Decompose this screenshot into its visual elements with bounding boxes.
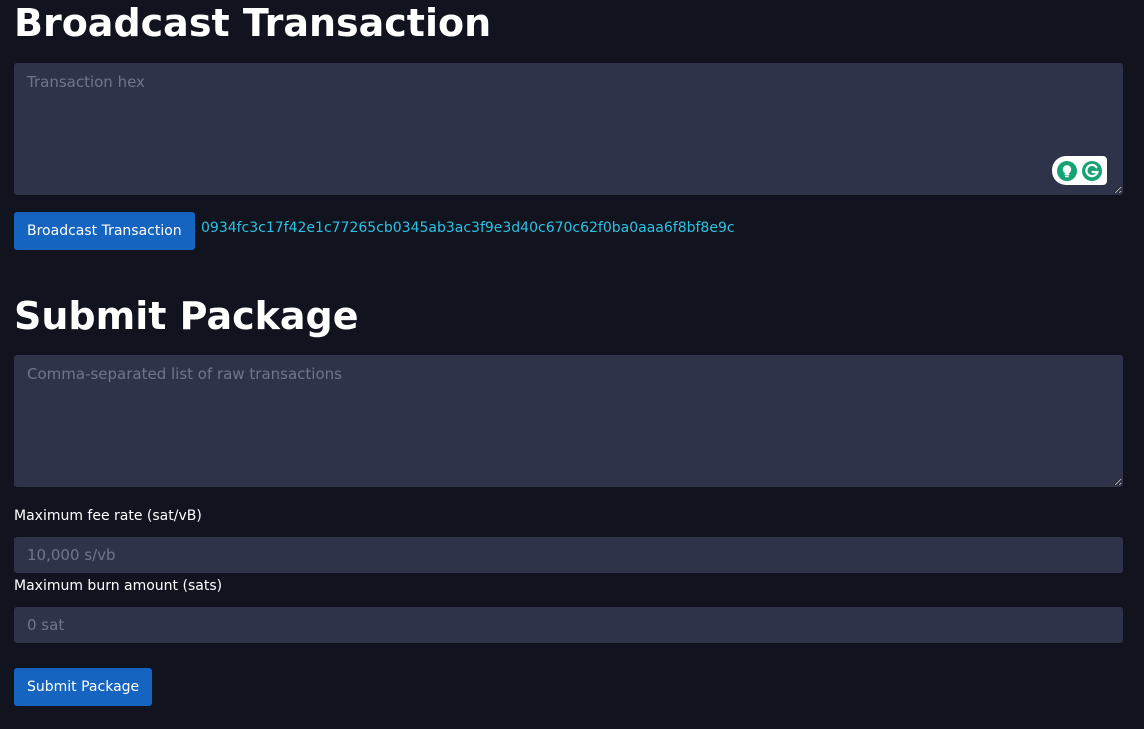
submit-package-button[interactable]: Submit Package: [14, 668, 153, 706]
submit-package-title: Submit Package: [14, 294, 359, 338]
max-burn-amount-label: Maximum burn amount (sats): [14, 578, 223, 594]
max-fee-rate-label: Maximum fee rate (sat/vB): [14, 508, 202, 524]
raw-transactions-input[interactable]: [14, 355, 1123, 487]
page: Broadcast Transaction Broadcast Transact…: [0, 0, 1144, 729]
grammarly-g-icon[interactable]: [1081, 160, 1103, 182]
broadcast-transaction-button[interactable]: Broadcast Transaction: [14, 212, 195, 250]
grammarly-widget[interactable]: [1052, 156, 1107, 185]
transaction-id-link[interactable]: 0934fc3c17f42e1c77265cb0345ab3ac3f9e3d40…: [201, 220, 735, 236]
lightbulb-icon[interactable]: [1056, 160, 1078, 182]
broadcast-title: Broadcast Transaction: [14, 1, 492, 45]
transaction-hex-input[interactable]: [14, 63, 1123, 195]
max-fee-rate-input[interactable]: [14, 537, 1123, 573]
max-burn-amount-input[interactable]: [14, 607, 1123, 643]
